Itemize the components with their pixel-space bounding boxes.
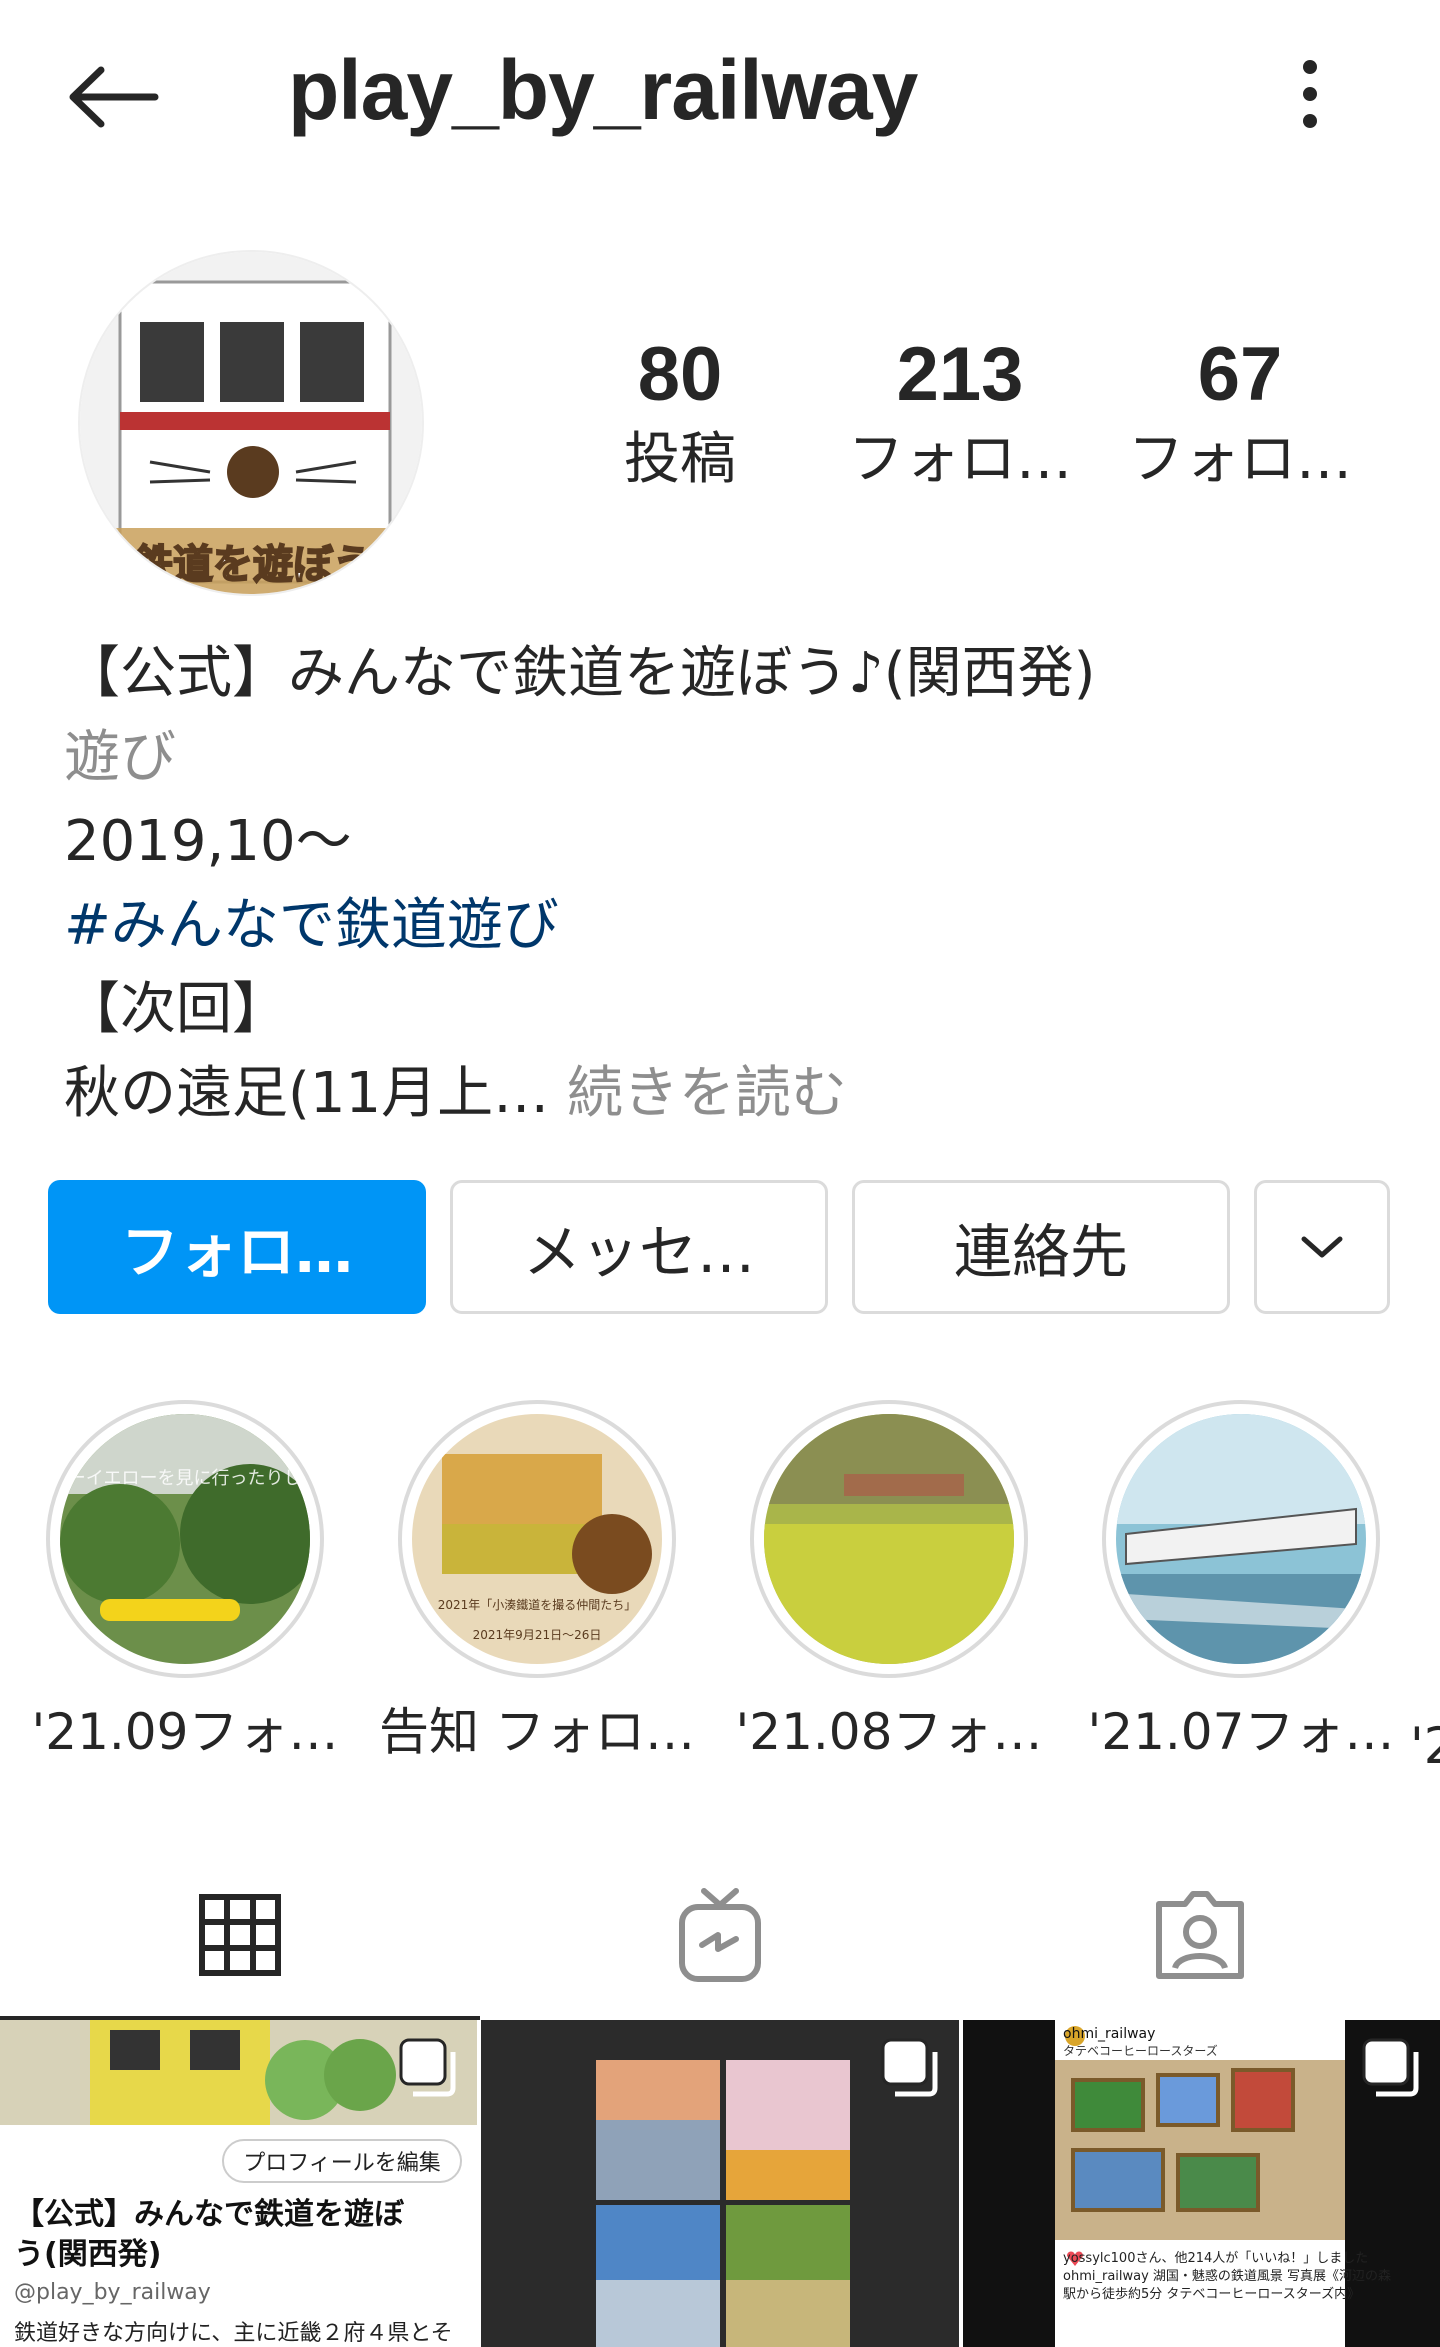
highlight-item[interactable]: '2 bbox=[1410, 1400, 1440, 1778]
highlight-label: '2 bbox=[1410, 1717, 1440, 1775]
post-card-handle: @play_by_railway bbox=[14, 2280, 211, 2305]
post-embedded-text: ohmi_railway 湖国・魅惑の鉄道風景 写真展《河辺の森駅から徒歩約5分… bbox=[1063, 2269, 1392, 2302]
profile-stats: 80 投稿 213 フォロ… 67 フォロ… bbox=[540, 330, 1380, 520]
highlight-item[interactable]: 2021年「小湊鐵道を撮る仲間たち」 2021年9月21日〜26日 告知 フォロ… bbox=[372, 1400, 702, 1764]
post-card-title-a: 【公式】みんなで鉄道を遊ぼ bbox=[14, 2197, 404, 2232]
bio-read-more-link[interactable]: 続きを読む bbox=[549, 1061, 847, 1126]
highlight-label: '21.08フォ… bbox=[735, 1703, 1043, 1761]
bio-category: 遊び bbox=[64, 725, 176, 790]
highlight-label: '21.07フォ… bbox=[1087, 1703, 1395, 1761]
profile-screenshot-card: プロフィールを編集 【公式】みんなで鉄道を遊ぼ う(関西発) @play_by_r… bbox=[0, 2125, 477, 2347]
story-highlights: ドクターイエローを見に行ったりしました '21.09フォ… 2021年「小湊鐵道… bbox=[0, 1400, 1440, 1780]
tab-posts-grid[interactable] bbox=[0, 1850, 480, 2020]
post-card-title: 【公式】みんなで鉄道を遊ぼ う(関西発) bbox=[14, 2195, 404, 2275]
highlight-label: 告知 フォロ… bbox=[379, 1703, 695, 1761]
more-vertical-icon bbox=[1303, 60, 1317, 128]
bio-excursion-text: 秋の遠足(11月上… bbox=[64, 1061, 550, 1126]
message-button[interactable]: メッセ… bbox=[450, 1180, 828, 1314]
avatar-logo-text: 鉄道を遊ぼう bbox=[133, 542, 373, 588]
highlight-item[interactable]: '21.08フォ… bbox=[724, 1400, 1054, 1764]
carousel-icon bbox=[881, 2038, 938, 2097]
post-embedded-caption: yossylc100さん、他214人が「いいね！」しました ohmi_railwa… bbox=[1063, 2250, 1403, 2304]
highlight-ring bbox=[750, 1400, 1028, 1678]
bio-line-date: 2019,10〜 bbox=[64, 809, 352, 874]
arrow-left-icon bbox=[69, 66, 159, 128]
bio-line-next: 【次回】 bbox=[64, 977, 288, 1042]
stat-posts[interactable]: 80 投稿 bbox=[540, 330, 820, 520]
chevron-down-icon bbox=[1301, 1236, 1343, 1258]
back-button[interactable] bbox=[58, 52, 168, 142]
avatar-train-image: 鉄道を遊ぼう bbox=[80, 252, 422, 594]
post-embedded-likes: yossylc100さん、他214人が「いいね！」しました bbox=[1063, 2251, 1369, 2266]
highlight-overlay-date: 2021年9月21日〜26日 bbox=[473, 1628, 602, 1642]
highlight-label: '21.09フォ… bbox=[31, 1703, 339, 1761]
stat-posts-label: 投稿 bbox=[624, 427, 736, 492]
suggested-accounts-button[interactable] bbox=[1254, 1180, 1390, 1314]
tab-tagged[interactable] bbox=[960, 1850, 1440, 2020]
post-card-desc: 鉄道好きな方向けに、主に近畿２府４県とそ bbox=[14, 2321, 453, 2346]
more-options-button[interactable] bbox=[1280, 44, 1340, 144]
post-thumbnail[interactable]: ohmi_railway タテベコーヒーロースターズ yossylc100さん、… bbox=[963, 2020, 1440, 2347]
highlight-cover bbox=[1116, 1414, 1366, 1664]
stat-followers[interactable]: 213 フォロ… bbox=[820, 330, 1100, 520]
profile-actions: フォロ… メッセ… 連絡先 bbox=[48, 1180, 1392, 1314]
profile-avatar[interactable]: 鉄道を遊ぼう bbox=[78, 250, 424, 596]
stat-following-label: フォロ… bbox=[1128, 427, 1352, 492]
highlight-ring bbox=[1102, 1400, 1380, 1678]
post-card-title-b: う(関西発) bbox=[14, 2237, 162, 2272]
top-bar: play_by_railway bbox=[0, 0, 1440, 190]
grid-icon bbox=[199, 1894, 281, 1976]
highlight-cover: 2021年「小湊鐵道を撮る仲間たち」 2021年9月21日〜26日 bbox=[412, 1414, 662, 1664]
tab-igtv[interactable] bbox=[480, 1850, 960, 2020]
post-embedded-location: タテベコーヒーロースターズ bbox=[1063, 2044, 1218, 2058]
highlight-cover: ドクターイエローを見に行ったりしました bbox=[60, 1414, 310, 1664]
highlight-item[interactable]: ドクターイエローを見に行ったりしました '21.09フォ… bbox=[20, 1400, 350, 1764]
igtv-icon bbox=[679, 1888, 761, 1982]
carousel-icon bbox=[399, 2038, 456, 2097]
edit-profile-label: プロフィールを編集 bbox=[222, 2139, 462, 2183]
bio-line-excursion: 秋の遠足(11月上… 続きを読む bbox=[64, 1052, 1384, 1136]
carousel-icon bbox=[1362, 2038, 1419, 2097]
highlight-overlay-text: ドクターイエローを見に行ったりしました bbox=[60, 1468, 310, 1489]
profile-username: play_by_railway bbox=[288, 43, 918, 137]
post-thumbnail[interactable]: プロフィールを編集 【公式】みんなで鉄道を遊ぼ う(関西発) @play_by_r… bbox=[0, 2020, 477, 2347]
stat-followers-label: フォロ… bbox=[848, 427, 1072, 492]
profile-bio: 【公式】みんなで鉄道を遊ぼう♪(関西発) 遊び 2019,10〜 #みんなで鉄道… bbox=[64, 632, 1384, 1136]
contact-button[interactable]: 連絡先 bbox=[852, 1180, 1230, 1314]
highlight-ring: ドクターイエローを見に行ったりしました bbox=[46, 1400, 324, 1678]
bio-name: 【公式】みんなで鉄道を遊ぼう♪(関西発) bbox=[64, 641, 1096, 706]
stat-posts-count: 80 bbox=[637, 332, 723, 417]
tagged-icon bbox=[1156, 1891, 1244, 1979]
highlight-ring: 2021年「小湊鐵道を撮る仲間たち」 2021年9月21日〜26日 bbox=[398, 1400, 676, 1678]
follow-button[interactable]: フォロ… bbox=[48, 1180, 426, 1314]
stat-following-count: 67 bbox=[1197, 332, 1283, 417]
highlight-cover bbox=[764, 1414, 1014, 1664]
bio-hashtag-link[interactable]: #みんなで鉄道遊び bbox=[64, 884, 1384, 968]
stat-following[interactable]: 67 フォロ… bbox=[1100, 330, 1380, 520]
post-embedded-username: ohmi_railway bbox=[1063, 2026, 1156, 2042]
post-thumbnail[interactable] bbox=[481, 2020, 959, 2347]
stat-followers-count: 213 bbox=[896, 332, 1024, 417]
highlight-item[interactable]: '21.07フォ… bbox=[1076, 1400, 1406, 1764]
posts-grid: プロフィールを編集 【公式】みんなで鉄道を遊ぼ う(関西発) @play_by_r… bbox=[0, 2020, 1440, 2347]
highlight-overlay-text: 2021年「小湊鐵道を撮る仲間たち」 bbox=[438, 1597, 637, 1612]
profile-tabs bbox=[0, 1850, 1440, 2020]
